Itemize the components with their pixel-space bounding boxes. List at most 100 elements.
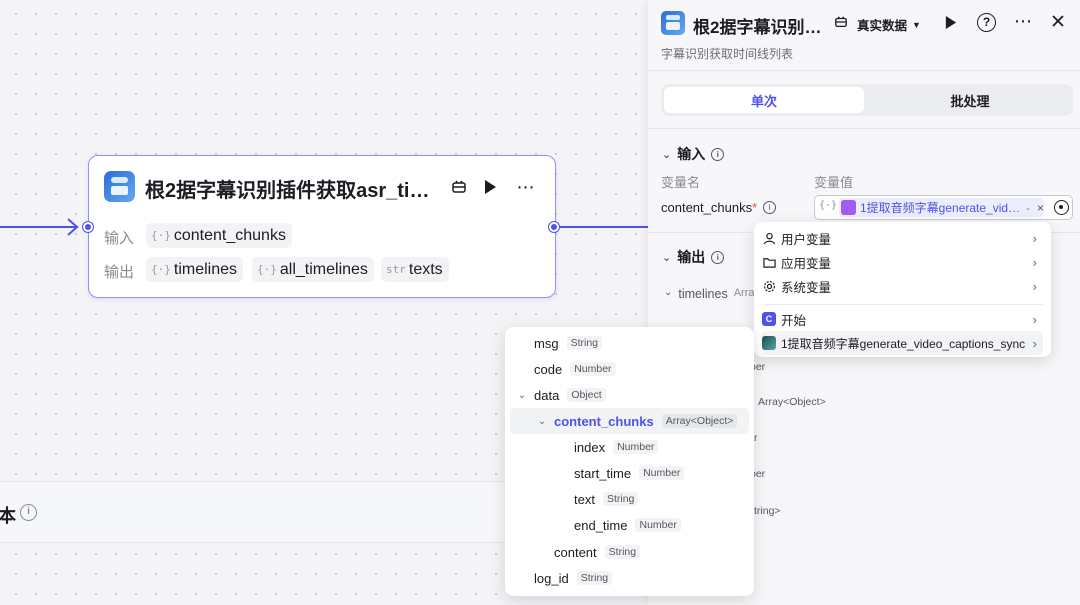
menu-item-start-node[interactable]: C 开始 › (762, 307, 1043, 331)
input-section-header[interactable]: ⌄ 输入 i (662, 144, 725, 164)
variable-tree-menu: msg String code Number ⌄ data Object ⌄ content_c… (505, 327, 754, 596)
chevron-right-icon: › (1032, 230, 1037, 246)
input-name: content_chunks (173, 226, 286, 244)
edge-arrow-icon (66, 217, 79, 237)
var-value-chip[interactable]: 1提取音频字幕generate_video_captions_sync - × (839, 198, 1044, 217)
var-value-field[interactable]: {·} 1提取音频字幕generate_video_captions_sync … (814, 195, 1073, 220)
node-run-icon[interactable] (481, 178, 499, 196)
var-value: 1提取音频字幕generate_video_captions_sync (860, 201, 1022, 215)
output-item-timelines[interactable]: ⌄ timelines Array (664, 287, 760, 301)
output-section-header[interactable]: ⌄ 输出 i (662, 247, 725, 267)
node-input-port[interactable] (83, 222, 93, 232)
tree-row-start-time[interactable]: start_time Number (510, 460, 749, 486)
var-name-label: content_chunks * i (661, 200, 777, 215)
tree-row-type: Number (613, 440, 659, 454)
plugin-node-card[interactable]: 根2据字幕识别插件获取asr_timelines ⋯ 输入 {·} conten… (88, 155, 556, 298)
menu-item-user-vars[interactable]: 用户变量 › (762, 226, 1043, 250)
divider (762, 304, 1043, 305)
tree-row-content-chunks[interactable]: ⌄ content_chunks Array<Object> (510, 408, 749, 434)
tree-row-type: Number (570, 362, 616, 376)
tree-row-index[interactable]: index Number (510, 434, 749, 460)
tree-row-name: data (534, 387, 560, 403)
chevron-right-icon: › (1032, 311, 1037, 327)
tree-row-type: Object (567, 388, 606, 402)
debug-icon[interactable] (834, 15, 848, 32)
close-icon[interactable] (1051, 14, 1065, 31)
folder-icon (762, 255, 776, 269)
chevron-down-icon: ⌄ (662, 148, 672, 161)
tree-row-code[interactable]: code Number (510, 356, 749, 382)
caret-down-icon: ▼ (912, 19, 921, 30)
object-type-tag: {·} (257, 263, 277, 276)
node-output-chip-texts: str texts (381, 257, 449, 282)
menu-item-app-vars[interactable]: 应用变量 › (762, 250, 1043, 274)
node-title: 根2据字幕识别插件获取asr_timelines (145, 180, 445, 202)
menu-item-label: 开始 (781, 313, 807, 328)
chevron-down-icon: ⌄ (664, 287, 673, 298)
panel-title: 根2据字幕识别插件获取asr_timelines (693, 18, 823, 37)
chip-dash-icon: - (1025, 200, 1030, 215)
string-type-tag: str (386, 263, 406, 276)
tree-row-name: start_time (574, 465, 632, 481)
start-node-icon: C (762, 312, 776, 326)
output-type-partial: tring> (754, 505, 781, 517)
chevron-down-icon[interactable]: ⌄ (516, 390, 528, 401)
object-type-tag: {·} (151, 229, 171, 242)
tree-row-type: String (604, 545, 641, 559)
user-icon (762, 231, 776, 245)
tree-row-type: Number (635, 518, 681, 532)
gear-icon (762, 279, 776, 293)
chevron-right-icon: › (1032, 254, 1037, 270)
node-output-label: 输出 (104, 264, 135, 281)
var-name: content_chunks (661, 200, 753, 215)
menu-item-system-vars[interactable]: 系统变量 › (762, 274, 1043, 298)
menu-item-caption-node[interactable]: 1提取音频字幕generate_video_captions_sync › (762, 331, 1043, 355)
tree-row-log-id[interactable]: log_id String (510, 565, 749, 591)
tab-single[interactable]: 单次 (664, 87, 864, 113)
output-name: texts (408, 260, 443, 278)
tree-row-data[interactable]: ⌄ data Object (510, 382, 749, 408)
tree-row-end-time[interactable]: end_time Number (510, 512, 749, 538)
bottom-panel-title: 本 (0, 506, 16, 526)
tree-row-name: content_chunks (554, 413, 654, 429)
output-name: timelines (173, 260, 238, 278)
tree-row-msg[interactable]: msg String (510, 330, 749, 356)
object-type-tag: {·} (151, 263, 171, 276)
tree-row-name: content (554, 544, 597, 560)
node-output-port[interactable] (549, 222, 559, 232)
info-icon[interactable]: i (20, 504, 37, 521)
menu-item-label: 用户变量 (781, 232, 832, 247)
node-debug-icon[interactable] (450, 178, 468, 196)
tree-row-text[interactable]: text String (510, 486, 749, 512)
divider (648, 128, 1080, 129)
input-section-title: 输入 (677, 146, 706, 162)
more-icon[interactable]: ⋯ (1014, 11, 1032, 32)
run-icon[interactable] (944, 15, 957, 33)
variable-picker-icon[interactable] (1054, 200, 1069, 215)
cube-icon (841, 200, 856, 215)
node-more-icon[interactable]: ⋯ (513, 177, 539, 197)
tree-row-content[interactable]: content String (510, 539, 749, 565)
data-mode-select[interactable]: 真实数据 ▼ (857, 15, 921, 34)
help-icon[interactable]: ? (977, 13, 996, 32)
node-input-chip: {·} content_chunks (146, 223, 292, 248)
info-icon: i (711, 147, 725, 161)
output-type-partial: r (754, 432, 758, 444)
plugin-icon (104, 171, 135, 202)
chevron-down-icon[interactable]: ⌄ (536, 416, 548, 427)
video-node-icon (762, 336, 776, 350)
tree-row-name: code (534, 361, 563, 377)
tree-row-name: text (574, 491, 595, 507)
outgoing-edge (560, 226, 648, 228)
data-mode-value: 真实数据 (857, 19, 908, 33)
tree-row-type: String (576, 571, 613, 585)
object-type-tag: {·} (819, 200, 838, 211)
tab-batch[interactable]: 批处理 (870, 87, 1070, 113)
tree-row-name: msg (534, 335, 559, 351)
tree-row-name: end_time (574, 517, 628, 533)
output-section-title: 输出 (677, 249, 706, 265)
tree-row-type: String (602, 492, 639, 506)
variable-source-menu: 用户变量 › 应用变量 › 系统变量 › C 开始 › 1提取音频字幕gener… (754, 222, 1051, 357)
run-mode-tabs: 单次 批处理 (661, 84, 1073, 116)
chip-close-icon[interactable]: × (1037, 201, 1044, 215)
